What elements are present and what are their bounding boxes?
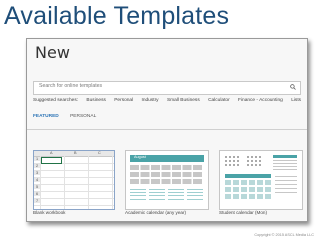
template-blank-workbook[interactable]: A B C 1 2 3 4 5 6 7: [33, 150, 115, 210]
row-header: 4: [34, 178, 40, 182]
column-header: C: [98, 151, 101, 155]
row-header: 1: [34, 157, 40, 161]
suggested-small-business[interactable]: Small Business: [167, 98, 200, 103]
tab-personal[interactable]: PERSONAL: [70, 114, 96, 119]
template-student-calendar[interactable]: [219, 150, 303, 210]
suggested-business[interactable]: Business: [86, 98, 105, 103]
suggested-label: Suggested searches:: [33, 98, 79, 103]
column-header: B: [74, 151, 77, 155]
calendar-header: August: [130, 155, 204, 162]
excel-new-backstage: New Search for online templates Suggeste…: [26, 38, 308, 222]
page-title: New: [35, 43, 70, 62]
suggested-searches: Suggested searches: Business Personal In…: [33, 98, 307, 103]
calendar-preview: [225, 155, 297, 199]
row-header: 3: [34, 171, 40, 175]
calendar-preview: [130, 165, 203, 200]
selected-cell: [41, 157, 62, 164]
suggested-industry[interactable]: Industry: [142, 98, 159, 103]
suggested-personal[interactable]: Personal: [114, 98, 133, 103]
row-header: 6: [34, 192, 40, 196]
slide-title: Available Templates: [4, 2, 230, 30]
template-academic-calendar[interactable]: August: [125, 150, 209, 210]
suggested-lists[interactable]: Lists: [291, 98, 301, 103]
calendar-month: August: [134, 155, 146, 159]
tab-featured[interactable]: FEATURED: [33, 114, 59, 119]
template-caption: Academic calendar (any year): [125, 210, 187, 215]
divider: [27, 129, 307, 130]
column-header: A: [50, 151, 53, 155]
row-header: 5: [34, 185, 40, 189]
template-caption: Blank workbook: [33, 210, 66, 215]
search-icon[interactable]: [290, 84, 296, 90]
suggested-finance-accounting[interactable]: Finance - Accounting: [238, 98, 283, 103]
suggested-calculator[interactable]: Calculator: [208, 98, 230, 103]
template-tabs: FEATURED PERSONAL: [33, 114, 96, 119]
row-header: 7: [34, 199, 40, 203]
search-placeholder: Search for online templates: [39, 83, 103, 89]
row-header: 2: [34, 164, 40, 168]
template-caption: Student calendar (Mon): [219, 210, 268, 215]
search-input[interactable]: Search for online templates: [33, 81, 301, 95]
copyright-footer: Copyright © 2015 ASCL Media LLC: [254, 233, 314, 237]
